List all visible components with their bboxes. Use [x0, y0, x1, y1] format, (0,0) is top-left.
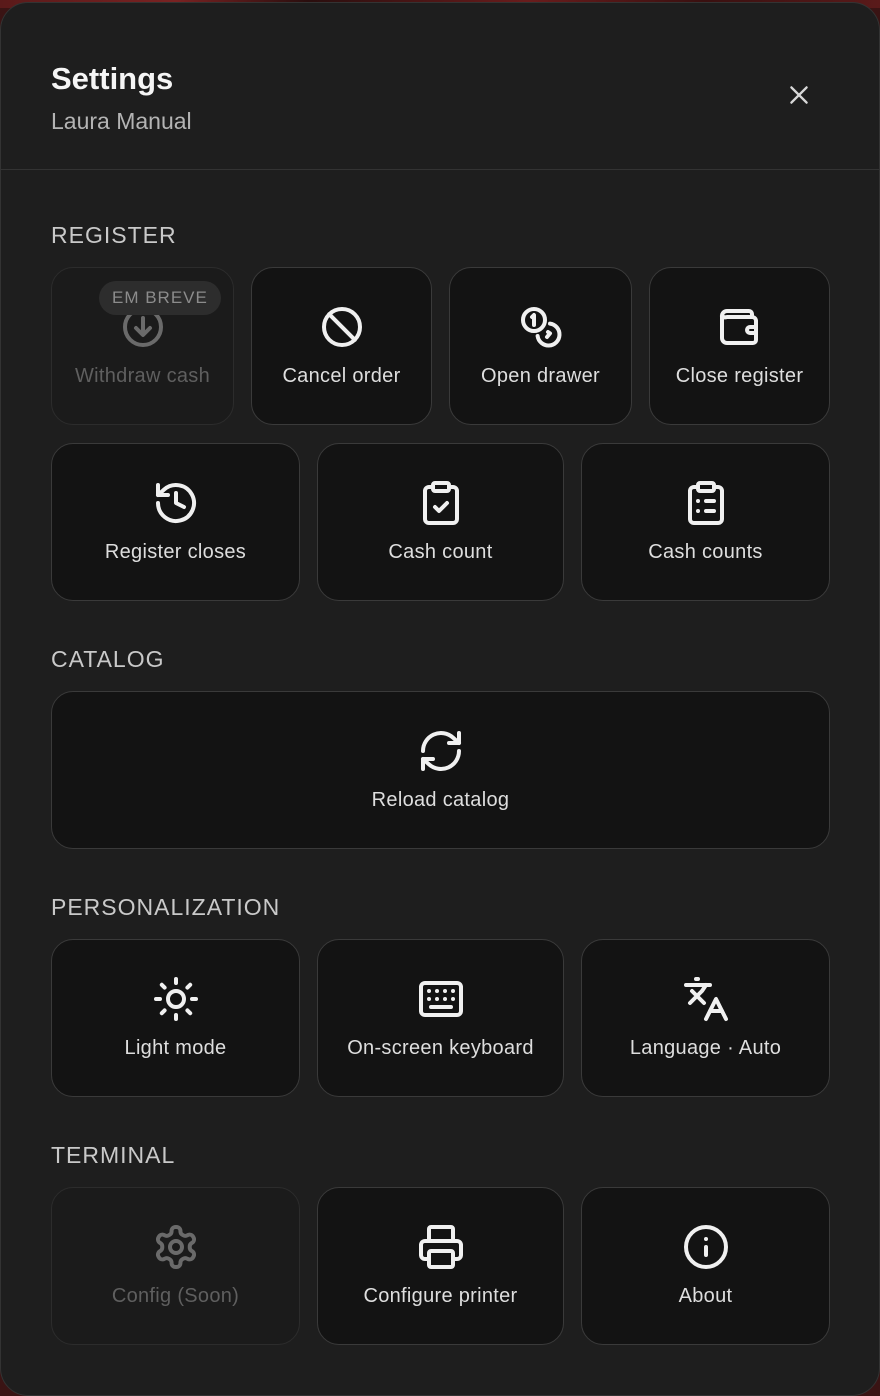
close-register-label: Close register	[675, 364, 804, 387]
section-title-register: REGISTER	[51, 222, 177, 248]
close-icon	[790, 86, 808, 104]
cash-count-button[interactable]: Cash count	[317, 443, 564, 601]
reload-catalog-button[interactable]: Reload catalog	[51, 691, 830, 849]
about-button[interactable]: About	[581, 1187, 830, 1345]
withdraw-cash-button: EM BREVE Withdraw cash	[51, 267, 234, 425]
on-screen-keyboard-label: On-screen keyboard	[347, 1036, 534, 1059]
cancel-order-button[interactable]: Cancel order	[251, 267, 432, 425]
page-title: Settings	[51, 61, 174, 96]
register-closes-label: Register closes	[104, 540, 247, 563]
history-icon	[155, 482, 196, 523]
about-label: About	[678, 1284, 733, 1307]
coming-soon-badge: EM BREVE	[99, 281, 221, 315]
light-mode-label: Light mode	[124, 1036, 227, 1059]
configure-printer-button[interactable]: Configure printer	[317, 1187, 564, 1345]
config-label: Config (Soon)	[111, 1284, 240, 1307]
language-button[interactable]: Language · Auto	[581, 939, 830, 1097]
settings-header: Settings Laura Manual	[1, 3, 879, 170]
cash-count-label: Cash count	[388, 540, 493, 563]
ban-icon	[321, 306, 362, 347]
config-button: Config (Soon)	[51, 1187, 300, 1345]
sun-icon	[153, 976, 198, 1021]
printer-icon	[418, 1224, 463, 1269]
cash-counts-button[interactable]: Cash counts	[581, 443, 830, 601]
withdraw-cash-label: Withdraw cash	[74, 364, 211, 387]
cancel-order-label: Cancel order	[282, 364, 401, 387]
close-button[interactable]	[777, 73, 821, 117]
language-label: Language · Auto	[629, 1036, 782, 1059]
cash-counts-label: Cash counts	[648, 540, 763, 563]
close-register-button[interactable]: Close register	[649, 267, 830, 425]
section-title-personalization: PERSONALIZATION	[51, 894, 281, 920]
keyboard-icon	[418, 980, 463, 1017]
languages-icon	[683, 976, 728, 1021]
configure-printer-label: Configure printer	[363, 1284, 518, 1307]
on-screen-keyboard-button[interactable]: On-screen keyboard	[317, 939, 564, 1097]
register-closes-button[interactable]: Register closes	[51, 443, 300, 601]
wallet-icon	[719, 308, 758, 345]
clipboard-list-icon	[687, 480, 724, 525]
section-title-terminal: TERMINAL	[51, 1142, 176, 1168]
coins-icon	[520, 306, 561, 347]
clipboard-check-icon	[422, 480, 459, 525]
settings-panel: Settings Laura Manual REGISTER EM BREVE …	[0, 2, 880, 1396]
section-title-catalog: CATALOG	[51, 646, 165, 672]
user-name: Laura Manual	[51, 108, 192, 134]
reload-catalog-label: Reload catalog	[371, 788, 510, 811]
open-drawer-label: Open drawer	[481, 364, 600, 387]
gear-icon	[155, 1224, 196, 1269]
info-icon	[683, 1224, 728, 1269]
light-mode-button[interactable]: Light mode	[51, 939, 300, 1097]
open-drawer-button[interactable]: Open drawer	[449, 267, 632, 425]
refresh-icon	[420, 730, 461, 771]
